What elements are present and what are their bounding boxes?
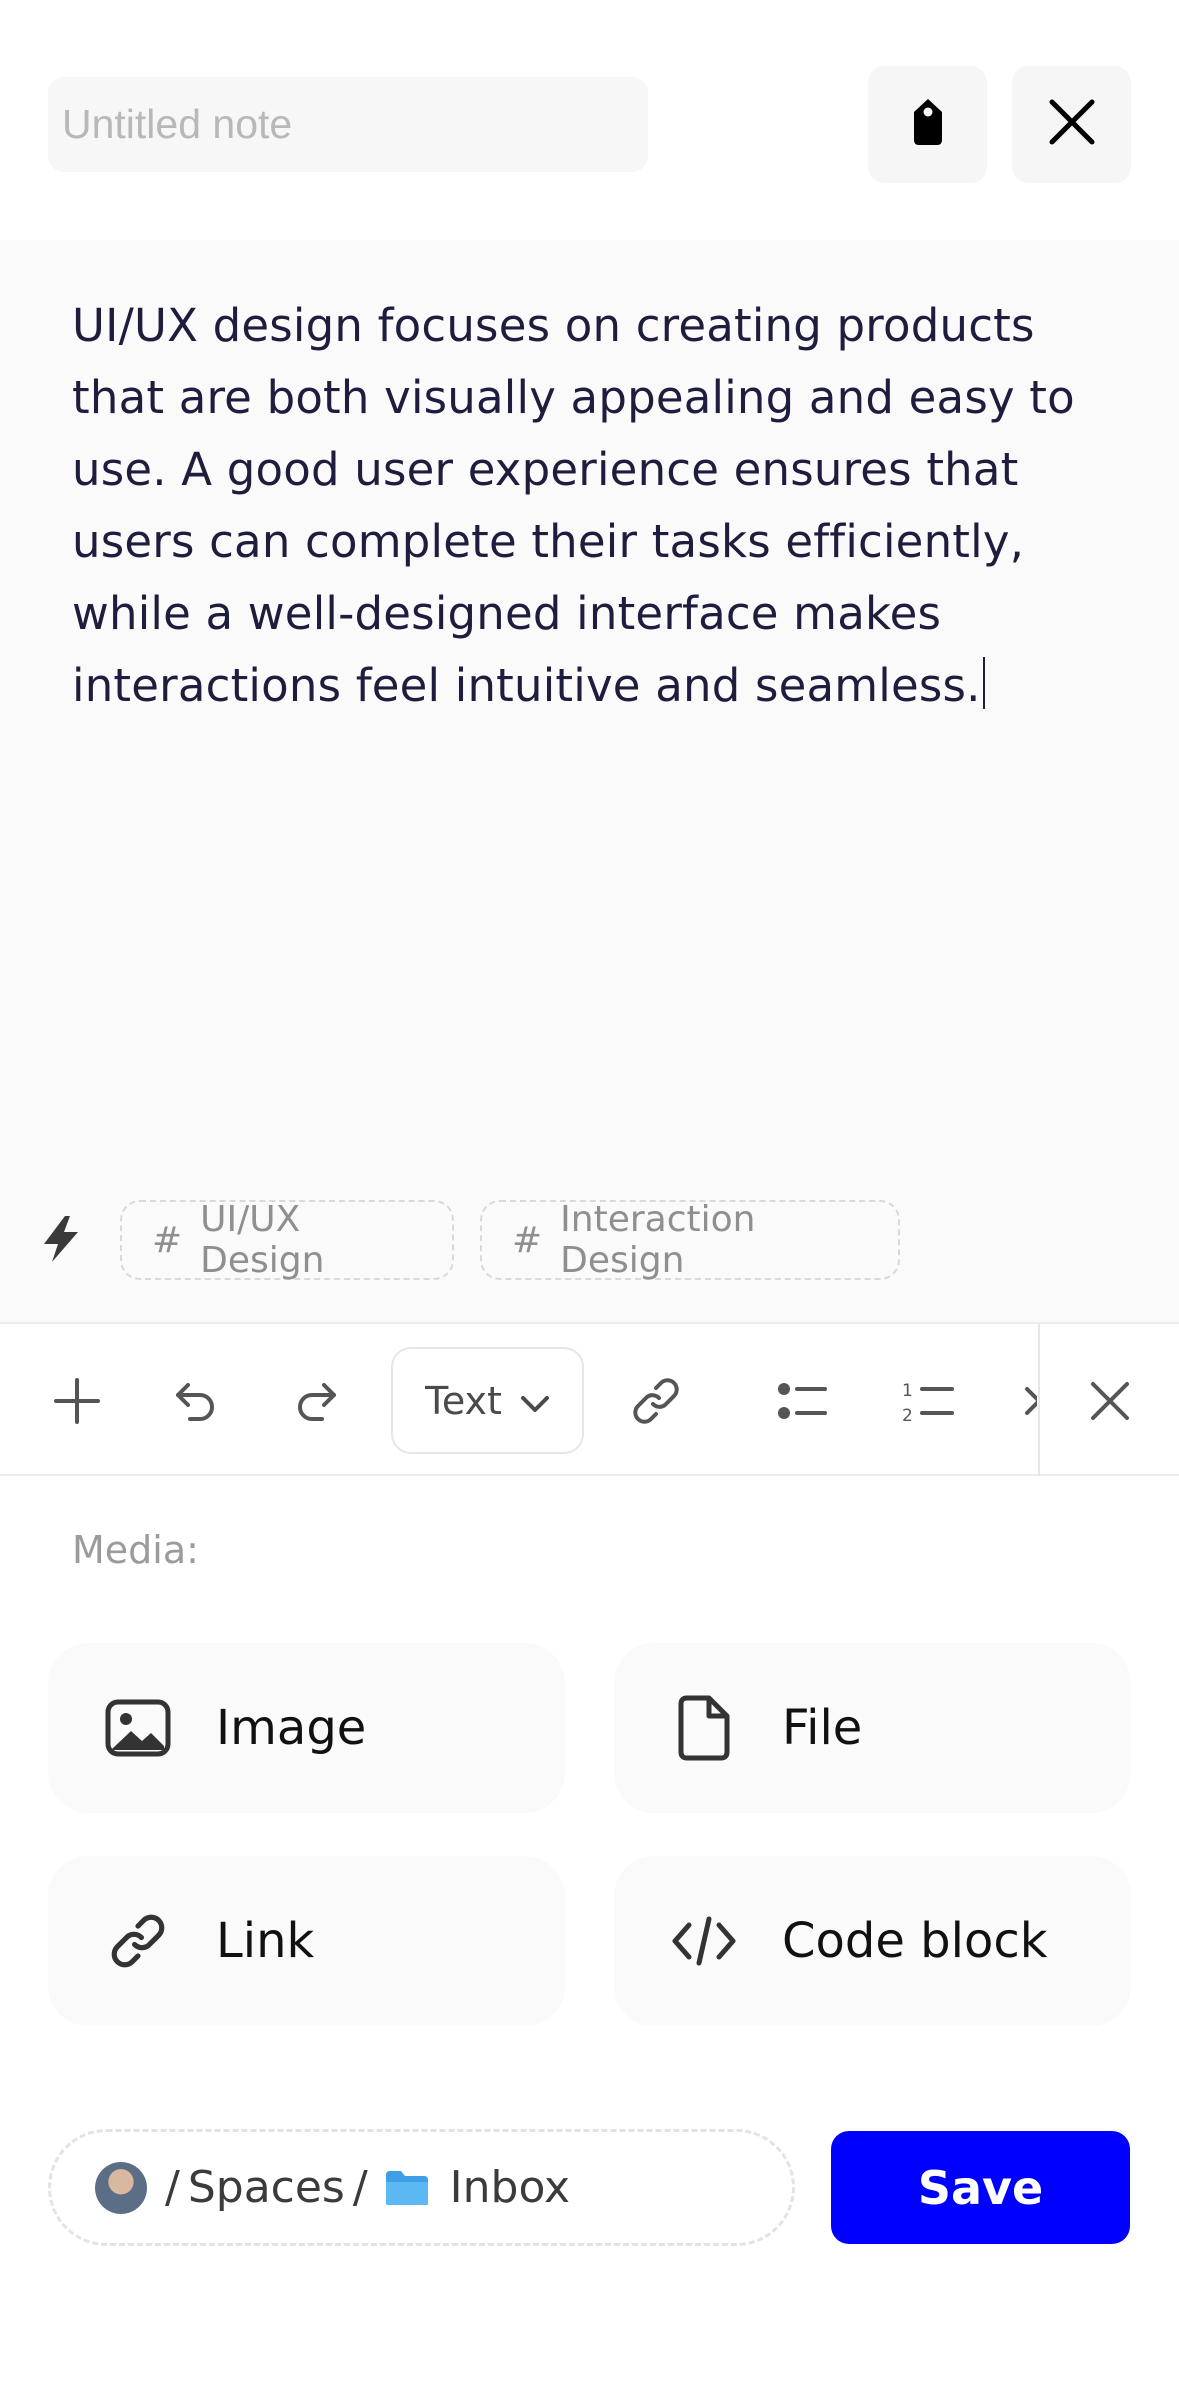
hash-icon: #: [512, 1219, 543, 1261]
code-icon: [664, 1901, 744, 1981]
breadcrumb-separator: /: [352, 2162, 368, 2213]
tags-row: # UI/UX Design # Interaction Design: [0, 1199, 1179, 1281]
note-title-input[interactable]: [48, 77, 648, 172]
insert-link-button[interactable]: Link: [48, 1856, 565, 2026]
svg-text:2: 2: [902, 1406, 913, 1424]
hash-icon: #: [152, 1219, 183, 1261]
toolbar-divider: [1038, 1324, 1040, 1476]
link-label: Link: [216, 1913, 315, 1969]
file-label: File: [782, 1700, 863, 1756]
redo-icon[interactable]: [279, 1364, 353, 1438]
close-note-button[interactable]: [1012, 66, 1131, 183]
tag-label: UI/UX Design: [200, 1199, 325, 1281]
insert-file-button[interactable]: File: [614, 1643, 1131, 1813]
note-body-text[interactable]: UI/UX design focuses on creating product…: [72, 290, 1132, 722]
link-icon: [98, 1901, 178, 1981]
avatar: [95, 2161, 147, 2214]
code-block-label: Code block: [782, 1913, 1048, 1969]
media-section-label: Media:: [72, 1528, 199, 1572]
more-tools-icon[interactable]: [1013, 1364, 1037, 1438]
image-icon: [98, 1688, 178, 1768]
tag-label: Interaction Design: [560, 1199, 756, 1281]
svg-text:1: 1: [902, 1381, 913, 1401]
undo-icon[interactable]: [159, 1364, 233, 1438]
bolt-icon[interactable]: [38, 1214, 84, 1269]
folder-icon: [384, 2169, 430, 2207]
tag-button[interactable]: [868, 66, 987, 183]
insert-image-button[interactable]: Image: [48, 1643, 565, 1813]
text-style-dropdown[interactable]: Text: [391, 1347, 584, 1454]
note-editor[interactable]: UI/UX design focuses on creating product…: [0, 240, 1179, 1322]
chevron-down-icon: [520, 1379, 550, 1423]
numbered-list-icon[interactable]: 1 2: [892, 1364, 966, 1438]
text-style-label: Text: [425, 1378, 502, 1423]
breadcrumb-spaces[interactable]: Spaces: [188, 2162, 345, 2213]
tag-chip[interactable]: # Interaction Design: [480, 1199, 900, 1281]
save-button[interactable]: Save: [831, 2131, 1130, 2244]
note-header: [0, 0, 1179, 240]
breadcrumb-separator: /: [165, 2162, 180, 2213]
link-icon[interactable]: [619, 1364, 693, 1438]
text-caret: [982, 657, 985, 709]
close-icon[interactable]: [1073, 1364, 1147, 1438]
insert-code-block-button[interactable]: Code block: [614, 1856, 1131, 2026]
file-icon: [664, 1688, 744, 1768]
formatting-toolbar: Text 1 2: [0, 1322, 1179, 1476]
image-label: Image: [216, 1700, 367, 1756]
bullet-list-icon[interactable]: [766, 1364, 840, 1438]
breadcrumb-inbox[interactable]: Inbox: [450, 2162, 570, 2213]
close-icon: [1048, 98, 1096, 151]
location-breadcrumb[interactable]: / Spaces / Inbox: [48, 2129, 795, 2246]
tag-chip[interactable]: # UI/UX Design: [120, 1199, 454, 1281]
tag-icon: [906, 96, 950, 153]
plus-icon[interactable]: [40, 1364, 114, 1438]
note-body-content: UI/UX design focuses on creating product…: [72, 299, 1075, 712]
